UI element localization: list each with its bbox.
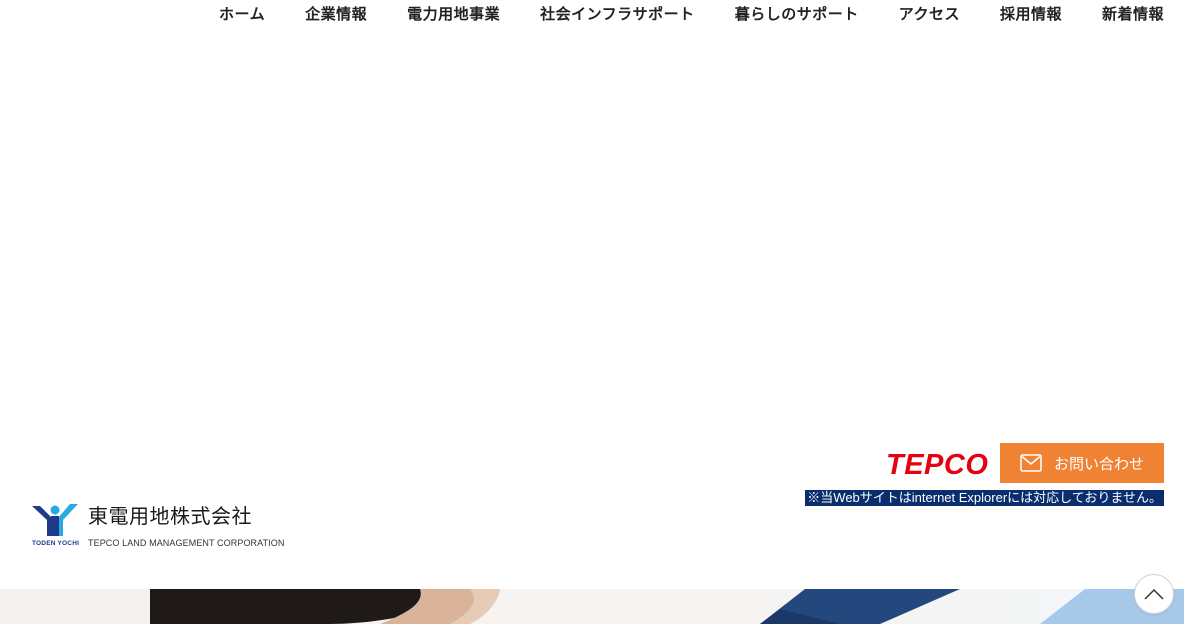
- brand-name: 東電用地株式会社: [88, 504, 252, 528]
- global-nav: ホーム 企業情報 電力用地事業 社会インフラサポート 暮らしのサポート アクセス…: [199, 0, 1164, 28]
- contact-button-label: お問い合わせ: [1053, 454, 1144, 473]
- brand-text: 東電用地株式会社 TEPCO LAND MANAGEMENT CORPORATI…: [88, 504, 285, 548]
- nav-item-life-support[interactable]: 暮らしのサポート: [715, 0, 879, 28]
- hero-image: [0, 589, 1184, 624]
- toden-yochi-logo-icon: TODEN YOCHI: [30, 502, 80, 548]
- nav-item-home[interactable]: ホーム: [199, 0, 285, 28]
- brand-mark-caption: TODEN YOCHI: [32, 540, 80, 547]
- nav-item-power-land[interactable]: 電力用地事業: [387, 0, 520, 28]
- nav-item-access[interactable]: アクセス: [879, 0, 980, 28]
- tepco-logo-text: TEPCO: [886, 449, 988, 478]
- contact-button[interactable]: お問い合わせ: [1000, 443, 1164, 483]
- nav-item-recruit[interactable]: 採用情報: [980, 0, 1082, 28]
- page: ホーム 企業情報 電力用地事業 社会インフラサポート 暮らしのサポート アクセス…: [0, 0, 1184, 624]
- ie-notice: ※当Webサイトはinternet Explorerには対応しておりません。: [805, 490, 1164, 506]
- tepco-logo-mark: TEPCO: [886, 449, 988, 481]
- brand-subtitle: TEPCO LAND MANAGEMENT CORPORATION: [88, 538, 285, 548]
- brand-logo[interactable]: TODEN YOCHI 東電用地株式会社 TEPCO LAND MANAGEME…: [30, 502, 285, 548]
- mail-icon: [1020, 454, 1042, 472]
- chevron-up-icon: [1144, 588, 1164, 600]
- tepco-logo[interactable]: TEPCO: [884, 448, 988, 481]
- nav-item-company[interactable]: 企業情報: [285, 0, 387, 28]
- nav-item-news[interactable]: 新着情報: [1082, 0, 1164, 28]
- nav-item-infra-support[interactable]: 社会インフラサポート: [520, 0, 715, 28]
- back-to-top-button[interactable]: [1134, 574, 1174, 614]
